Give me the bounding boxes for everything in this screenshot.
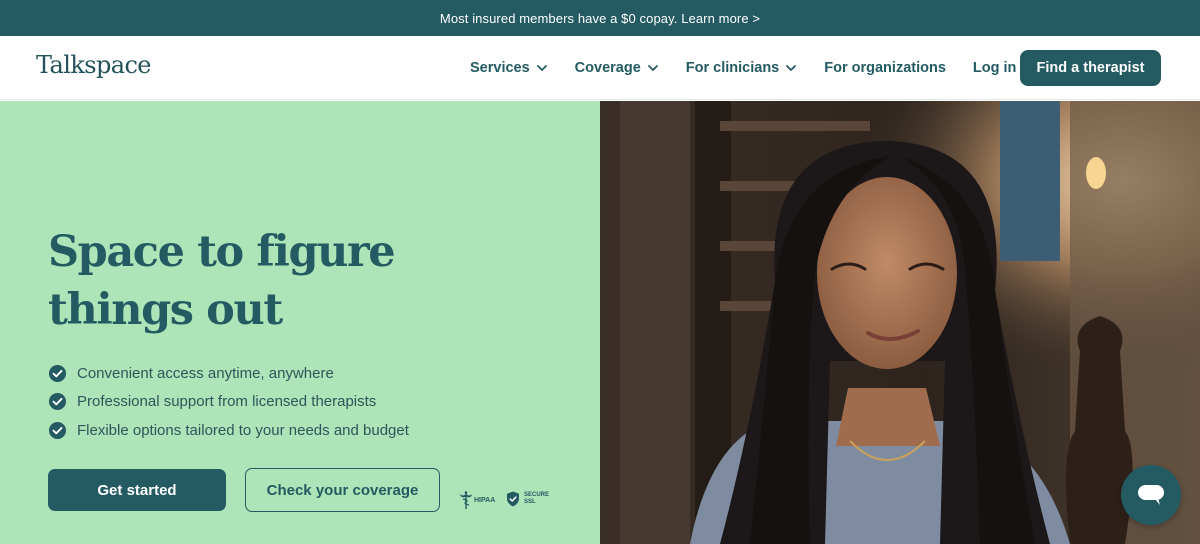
talkspace-logo[interactable]: Talkspace: [36, 51, 152, 79]
ssl-label: SECURE SSL: [524, 492, 549, 506]
hero-headline: Space to figure things out: [48, 223, 568, 339]
chevron-down-icon: [536, 65, 547, 71]
nav-links: Services Coverage For clinicians For org…: [470, 36, 1043, 100]
hipaa-label: HIPAA: [474, 496, 496, 504]
ssl-badge: SECURE SSL: [506, 491, 549, 507]
list-item-text: Professional support from licensed thera…: [77, 393, 377, 411]
check-circle-icon: [48, 364, 67, 382]
chevron-down-icon: [786, 65, 797, 71]
shield-check-icon: [507, 491, 519, 507]
ssl-label-line: SSL: [524, 499, 536, 505]
check-coverage-button[interactable]: Check your coverage: [245, 468, 440, 512]
list-item: Professional support from licensed thera…: [48, 388, 409, 417]
caduceus-icon: [459, 491, 473, 509]
nav-item-services[interactable]: Services: [470, 60, 548, 76]
hero-section: Space to figure things out Convenient ac…: [0, 101, 600, 544]
ssl-label-line: SECURE: [524, 492, 550, 498]
nav-item-label: For organizations: [824, 60, 946, 76]
announcement-text[interactable]: Most insured members have a $0 copay. Le…: [440, 11, 760, 26]
nav-item-for-clinicians[interactable]: For clinicians: [686, 60, 797, 76]
nav-item-label: Log in: [972, 60, 1017, 76]
find-a-therapist-button[interactable]: Find a therapist: [1020, 50, 1161, 86]
list-item-text: Convenient access anytime, anywhere: [77, 364, 334, 382]
nav-item-coverage[interactable]: Coverage: [575, 60, 659, 76]
nav-item-label: For clinicians: [685, 60, 780, 76]
nav-item-log-in[interactable]: Log in: [973, 60, 1017, 76]
benefits-list: Convenient access anytime, anywhere Prof…: [48, 359, 409, 445]
chat-button[interactable]: [1121, 465, 1181, 525]
headline-light: Space to: [48, 227, 257, 277]
list-item: Flexible options tailored to your needs …: [48, 416, 409, 445]
list-item-text: Flexible options tailored to your needs …: [77, 421, 409, 439]
top-navigation: Talkspace Services Coverage For clinicia…: [0, 36, 1200, 100]
check-circle-icon: [48, 421, 67, 439]
headline-bold: things out: [48, 285, 283, 335]
woman-portrait-image: [600, 101, 1200, 544]
hero-photo: [600, 101, 1200, 544]
nav-item-label: Coverage: [574, 60, 641, 76]
hipaa-badge: HIPAA: [459, 490, 495, 510]
get-started-button[interactable]: Get started: [48, 469, 226, 511]
announcement-banner[interactable]: Most insured members have a $0 copay. Le…: [0, 0, 1200, 36]
check-circle-icon: [48, 393, 67, 411]
chevron-down-icon: [647, 65, 658, 71]
list-item: Convenient access anytime, anywhere: [48, 359, 409, 388]
chat-bubble-icon: [1138, 485, 1164, 505]
nav-item-for-organizations[interactable]: For organizations: [824, 60, 946, 76]
headline-bold: figure: [256, 227, 395, 277]
nav-item-label: Services: [470, 60, 530, 76]
